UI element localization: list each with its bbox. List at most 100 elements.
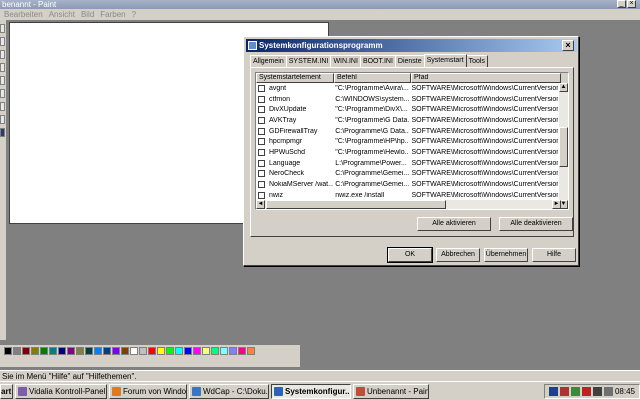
startup-checkbox[interactable] (258, 84, 265, 92)
tab-allgemein[interactable]: Allgemein (250, 55, 287, 67)
palette-swatch[interactable] (211, 347, 219, 355)
taskbar-button[interactable]: WdCap - C:\Doku... (189, 383, 269, 399)
palette-swatch[interactable] (40, 347, 48, 355)
startup-checkbox[interactable] (258, 170, 265, 178)
palette-swatch[interactable] (31, 347, 39, 355)
palette-swatch[interactable] (94, 347, 102, 355)
palette-swatch[interactable] (166, 347, 174, 355)
enable-all-button[interactable]: Alle aktivieren (417, 217, 491, 231)
menu-farben[interactable]: Farben (100, 9, 125, 20)
list-item[interactable]: NeroCheck C:\Programme\Gemei... SOFTWARE\M… (256, 169, 558, 180)
list-item[interactable]: GDFirewallTray C:\Programme\G Data... SOFT… (256, 126, 558, 137)
palette-swatch[interactable] (130, 347, 138, 355)
tab-tools[interactable]: Tools (465, 55, 488, 67)
column-header-element[interactable]: Systemstartelement (256, 73, 334, 83)
palette-swatch[interactable] (139, 347, 147, 355)
startup-checkbox[interactable] (258, 127, 265, 135)
vertical-scroll-thumb[interactable] (559, 127, 568, 167)
menu-help[interactable]: ? (132, 9, 136, 20)
tool-fill[interactable] (0, 63, 5, 72)
palette-swatch[interactable] (22, 347, 30, 355)
tool-active[interactable] (0, 128, 5, 137)
tray-app-icon[interactable] (603, 386, 613, 396)
palette-swatch[interactable] (85, 347, 93, 355)
startup-checkbox[interactable] (258, 148, 265, 156)
tool-brush[interactable] (0, 50, 5, 59)
palette-swatch[interactable] (175, 347, 183, 355)
palette-swatch[interactable] (184, 347, 192, 355)
vertical-scrollbar[interactable]: ▲ ▼ (559, 83, 568, 209)
startup-checkbox[interactable] (258, 138, 265, 146)
list-item[interactable]: DivXUpdate "C:\Programme\DivX\... SOFTWARE… (256, 104, 558, 115)
palette-swatch[interactable] (247, 347, 255, 355)
tool-line[interactable] (0, 89, 5, 98)
startup-checkbox[interactable] (258, 95, 265, 103)
list-item[interactable]: ctfmon C:\WINDOWS\system... SOFTWARE\Micro… (256, 94, 558, 105)
palette-swatch[interactable] (220, 347, 228, 355)
palette-swatch[interactable] (112, 347, 120, 355)
palette-swatch[interactable] (148, 347, 156, 355)
start-button[interactable]: art (0, 383, 13, 399)
taskbar-button[interactable]: Systemkonfigur... (271, 383, 351, 399)
list-item[interactable]: HPWuSchd "C:\Programme\Hewlo... SOFTWARE\M… (256, 147, 558, 158)
tray-app-icon[interactable] (548, 386, 558, 396)
palette-swatch[interactable] (121, 347, 129, 355)
clock[interactable]: 08:45 (615, 387, 635, 396)
palette-swatch[interactable] (103, 347, 111, 355)
tab-boot-ini[interactable]: BOOT.INI (359, 55, 396, 67)
palette-swatch[interactable] (76, 347, 84, 355)
palette-swatch[interactable] (13, 347, 21, 355)
tray-app-icon[interactable] (581, 386, 591, 396)
palette-swatch[interactable] (4, 347, 12, 355)
ok-button[interactable]: OK (387, 247, 433, 263)
tool-pencil[interactable] (0, 37, 5, 46)
palette-swatch[interactable] (67, 347, 75, 355)
close-button[interactable]: × (627, 0, 636, 8)
dialog-titlebar[interactable]: Systemkonfigurationsprogramm × (246, 39, 577, 52)
tool-text[interactable] (0, 76, 5, 85)
menu-bild[interactable]: Bild (81, 9, 94, 20)
list-item[interactable]: NokiaMServer /wat... C:\Programme\Gemei..… (256, 179, 558, 190)
column-header-command[interactable]: Befehl (334, 73, 411, 83)
palette-swatch[interactable] (229, 347, 237, 355)
scroll-right-icon[interactable]: ► (552, 200, 561, 209)
cancel-button[interactable]: Abbrechen (436, 248, 480, 262)
taskbar-button[interactable]: Vidalia Kontroll-Panel (15, 383, 107, 399)
apply-button[interactable]: Übernehmen (484, 248, 528, 262)
list-item[interactable]: hpcmpmgr "C:\Programme\HP\hp... SOFTWARE\M… (256, 136, 558, 147)
palette-swatch[interactable] (157, 347, 165, 355)
help-button[interactable]: Hilfe (532, 248, 576, 262)
tool-rect[interactable] (0, 102, 5, 111)
horizontal-scrollbar[interactable]: ◄ ► (256, 200, 561, 209)
startup-checkbox[interactable] (258, 106, 265, 114)
minimize-button[interactable]: _ (617, 0, 626, 8)
tray-app-icon[interactable] (570, 386, 580, 396)
palette-swatch[interactable] (202, 347, 210, 355)
taskbar-button[interactable]: Unbenannt - Paint (353, 383, 429, 399)
startup-checkbox[interactable] (258, 181, 265, 189)
scroll-up-icon[interactable]: ▲ (559, 83, 568, 92)
list-item[interactable]: Language L:\Programme\Power... SOFTWARE\Mi… (256, 158, 558, 169)
palette-swatch[interactable] (58, 347, 66, 355)
list-item[interactable]: nwiz nwiz.exe /install SOFTWARE\Microsoft\… (256, 190, 558, 201)
tray-app-icon[interactable] (592, 386, 602, 396)
taskbar-button[interactable]: Forum von Windo... (109, 383, 187, 399)
column-header-path[interactable]: Pfad (411, 73, 561, 83)
startup-checkbox[interactable] (258, 159, 265, 167)
menu-ansicht[interactable]: Ansicht (49, 9, 75, 20)
tab-win-ini[interactable]: WIN.INI (330, 55, 361, 67)
tray-app-icon[interactable] (559, 386, 569, 396)
menu-bearbeiten[interactable]: Bearbeiten (4, 9, 43, 20)
dialog-close-button[interactable]: × (562, 40, 574, 51)
palette-swatch[interactable] (49, 347, 57, 355)
tool-eraser[interactable] (0, 115, 5, 124)
list-item[interactable]: AVKTray "C:\Programme\G Data... SOFTWARE\M… (256, 115, 558, 126)
tab-system-ini[interactable]: SYSTEM.INI (285, 55, 332, 67)
tab-dienste[interactable]: Dienste (394, 55, 425, 67)
tool-select[interactable] (0, 24, 5, 33)
disable-all-button[interactable]: Alle deaktivieren (499, 217, 573, 231)
palette-swatch[interactable] (193, 347, 201, 355)
startup-checkbox[interactable] (258, 116, 265, 124)
horizontal-scroll-thumb[interactable] (266, 200, 446, 209)
tab-systemstart[interactable]: Systemstart (423, 54, 467, 67)
